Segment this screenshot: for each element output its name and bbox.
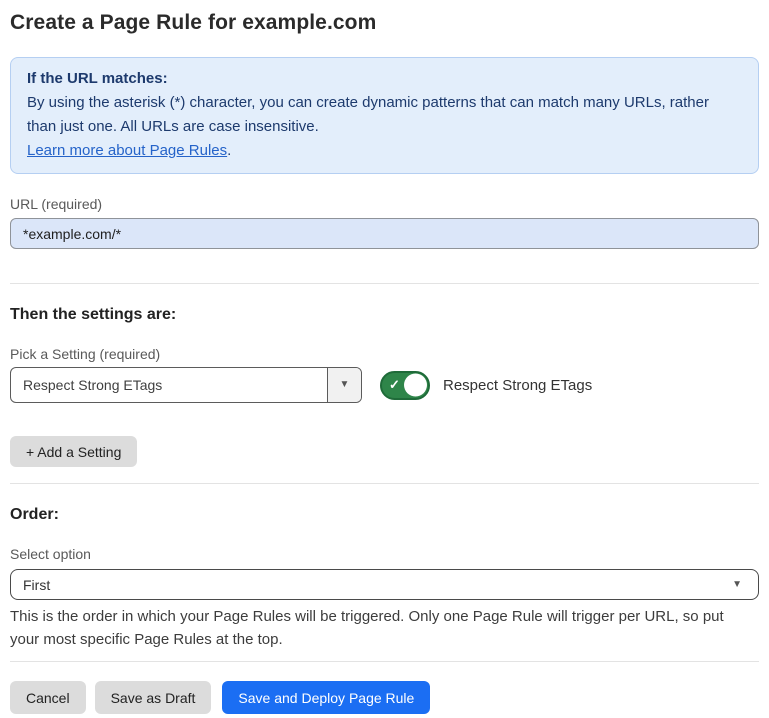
page-title: Create a Page Rule for example.com (10, 9, 759, 37)
chevron-down-icon: ▼ (340, 380, 350, 390)
learn-more-link[interactable]: Learn more about Page Rules (27, 142, 227, 159)
action-buttons-row: Cancel Save as Draft Save and Deploy Pag… (10, 681, 759, 714)
info-box-heading: If the URL matches: (27, 67, 742, 91)
settings-section-heading: Then the settings are: (10, 306, 759, 324)
settings-row: Respect Strong ETags ▼ ✓ Respect Strong … (10, 367, 759, 403)
order-select-value: First (11, 577, 732, 593)
url-field-label: URL (required) (10, 196, 759, 212)
setting-toggle[interactable]: ✓ (380, 371, 430, 400)
order-section-heading: Order: (10, 506, 759, 524)
toggle-knob (404, 374, 427, 397)
divider (10, 661, 759, 662)
divider (10, 283, 759, 284)
order-select[interactable]: First ▼ (10, 569, 759, 600)
order-help-text: This is the order in which your Page Rul… (10, 605, 750, 651)
setting-dropdown-value: Respect Strong ETags (11, 368, 327, 402)
link-suffix: . (227, 142, 231, 159)
info-box-body: By using the asterisk (*) character, you… (27, 91, 742, 163)
save-as-draft-button[interactable]: Save as Draft (95, 681, 212, 714)
order-select-label: Select option (10, 546, 759, 562)
setting-dropdown-arrow-button[interactable]: ▼ (327, 368, 361, 402)
cancel-button[interactable]: Cancel (10, 681, 86, 714)
info-box-body-text: By using the asterisk (*) character, you… (27, 94, 709, 135)
divider (10, 483, 759, 484)
setting-picker-label: Pick a Setting (required) (10, 346, 759, 362)
check-icon: ✓ (389, 378, 400, 391)
save-and-deploy-button[interactable]: Save and Deploy Page Rule (222, 681, 430, 714)
add-setting-button[interactable]: + Add a Setting (10, 436, 137, 467)
setting-toggle-label: Respect Strong ETags (443, 377, 592, 394)
url-match-info-box: If the URL matches: By using the asteris… (10, 57, 759, 174)
url-input[interactable] (10, 218, 759, 249)
caret-down-icon: ▼ (732, 580, 742, 590)
setting-dropdown[interactable]: Respect Strong ETags ▼ (10, 367, 362, 403)
